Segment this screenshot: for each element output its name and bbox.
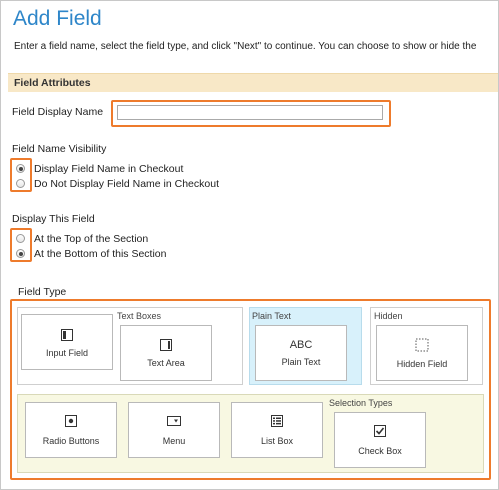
hidden-field-icon xyxy=(415,338,429,352)
text-area-label: Text Area xyxy=(147,358,185,368)
radio-button-icon xyxy=(65,415,77,427)
text-area-icon xyxy=(160,339,172,351)
radio-buttons-label: Radio Buttons xyxy=(42,436,100,446)
hidden-group-label: Hidden xyxy=(374,311,403,321)
text-area-card[interactable]: Text Area xyxy=(120,325,212,381)
field-attributes-header: Field Attributes xyxy=(8,73,498,92)
top-of-section-option[interactable]: At the Top of the Section xyxy=(34,233,148,245)
field-display-name-label: Field Display Name xyxy=(12,106,104,118)
field-display-name-input[interactable] xyxy=(117,105,383,120)
field-attributes-title: Field Attributes xyxy=(14,77,91,89)
list-box-label: List Box xyxy=(260,436,293,446)
plain-text-label: Plain Text xyxy=(281,357,321,367)
input-field-card[interactable]: Input Field xyxy=(21,314,113,370)
hide-field-name-radio[interactable] xyxy=(16,179,25,188)
plain-text-group-label: Plain Text xyxy=(252,311,291,321)
hidden-field-card[interactable]: Hidden Field xyxy=(376,325,468,381)
check-box-icon xyxy=(374,425,386,437)
input-field-label: Input Field xyxy=(45,348,89,358)
text-boxes-group-label: Text Boxes xyxy=(117,311,162,321)
add-field-panel: Add Field Enter a field name, select the… xyxy=(0,0,499,490)
menu-label: Menu xyxy=(162,436,186,446)
page-title: Add Field xyxy=(13,7,102,30)
hidden-field-label: Hidden Field xyxy=(396,359,448,369)
radio-buttons-card[interactable]: Radio Buttons xyxy=(25,402,117,458)
bottom-of-section-option[interactable]: At the Bottom of this Section xyxy=(34,248,167,260)
display-field-name-radio[interactable] xyxy=(16,164,25,173)
plain-text-card[interactable]: ABC Plain Text xyxy=(255,325,347,381)
field-name-visibility-label: Field Name Visibility xyxy=(12,143,107,155)
menu-card[interactable]: Menu xyxy=(128,402,220,458)
list-box-card[interactable]: List Box xyxy=(231,402,323,458)
intro-text: Enter a field name, select the field typ… xyxy=(14,41,477,52)
selection-types-group-label: Selection Types xyxy=(329,398,393,408)
list-box-icon xyxy=(271,415,283,427)
check-box-label: Check Box xyxy=(358,446,402,456)
display-this-field-label: Display This Field xyxy=(12,213,95,225)
hide-field-name-option[interactable]: Do Not Display Field Name in Checkout xyxy=(34,178,219,190)
field-type-label: Field Type xyxy=(18,286,67,298)
display-field-name-option[interactable]: Display Field Name in Checkout xyxy=(34,163,183,175)
check-box-card[interactable]: Check Box xyxy=(334,412,426,468)
top-of-section-radio[interactable] xyxy=(16,234,25,243)
bottom-of-section-radio[interactable] xyxy=(16,249,25,258)
input-field-icon xyxy=(61,329,73,341)
abc-icon: ABC xyxy=(289,339,313,351)
dropdown-menu-icon xyxy=(167,416,181,426)
